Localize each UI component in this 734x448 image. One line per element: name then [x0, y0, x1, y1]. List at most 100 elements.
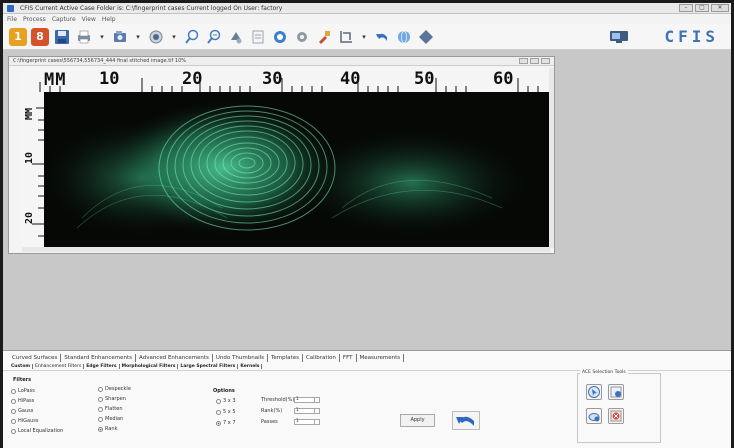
monitor-icon[interactable] [608, 28, 630, 46]
undo-arrow-icon [456, 416, 474, 426]
radio-gauss[interactable]: Gauss [11, 408, 33, 414]
close-button[interactable]: ✕ [711, 4, 729, 12]
options-label: Options [213, 388, 235, 394]
ace-select-icon[interactable] [586, 384, 602, 400]
window-title: CFIS Current Active Case Folder is: C:\f… [20, 4, 283, 12]
maximize-button[interactable]: ▢ [695, 4, 709, 12]
radio-sharpen[interactable]: Sharpen [98, 396, 126, 402]
ruler-left-20: 20 [24, 212, 35, 225]
subtab-large-spectral-filters[interactable]: Large Spectral Filters [178, 363, 239, 369]
ruler-top-20: 20 [182, 69, 203, 89]
tab-standard-enhancements[interactable]: Standard Enhancements [61, 354, 137, 362]
image-minimize-button[interactable] [519, 58, 528, 64]
radio-rank[interactable]: Rank [98, 426, 118, 432]
radio-hipass[interactable]: HiPass [11, 398, 34, 404]
radio-gauss-label: Gauss [18, 408, 34, 414]
minimize-button[interactable]: – [679, 4, 693, 12]
ruler-top-50: 50 [414, 69, 435, 89]
image-window: C:\fingerprint cases\556734,556734_444 f… [8, 56, 555, 254]
subtab-custom[interactable]: Custom [9, 363, 34, 369]
radio-local-equalization[interactable]: Local Equalization [11, 428, 63, 434]
radio-median[interactable]: Median [98, 416, 123, 422]
passes-input[interactable]: 1 [294, 419, 320, 425]
camera-icon[interactable] [147, 28, 165, 46]
apply-button[interactable]: Apply [400, 414, 435, 427]
rank-input[interactable]: 1 [294, 408, 320, 414]
undo-icon[interactable] [373, 28, 391, 46]
menu-help[interactable]: Help [102, 16, 116, 23]
undo-button[interactable] [452, 411, 480, 430]
subtab-edge-filters[interactable]: Edge Filters [84, 363, 120, 369]
subtab-enhancement-filters[interactable]: Enhancement Filters [33, 363, 85, 369]
radio-flatten[interactable]: Flatten [98, 406, 123, 412]
ace-add-icon[interactable] [608, 384, 624, 400]
tab-undo-thumbnails[interactable]: Undo Thumbnails [213, 354, 268, 362]
image-maximize-button[interactable] [530, 58, 539, 64]
print-icon[interactable] [75, 28, 93, 46]
radio-despeckle[interactable]: Despeckle [98, 386, 131, 392]
radio-dot [98, 386, 103, 392]
tools-icon[interactable] [315, 28, 333, 46]
radio-kernel-5x5[interactable]: 5 x 5 [216, 409, 236, 415]
menu-file[interactable]: File [7, 16, 17, 23]
radio-median-label: Median [105, 416, 124, 422]
button-8-label: 8 [36, 30, 44, 43]
crop-icon[interactable] [337, 28, 355, 46]
menu-view[interactable]: View [82, 16, 96, 23]
settings-icon[interactable] [293, 28, 311, 46]
radio-kernel-7x7[interactable]: 7 x 7 [216, 420, 236, 426]
globe-icon[interactable] [395, 28, 413, 46]
radio-sharpen-label: Sharpen [105, 396, 126, 402]
passes-label: Passes [261, 419, 278, 425]
ruler-left: MM 10 20 [22, 92, 44, 248]
radio-dot [11, 388, 16, 394]
radio-kernel-3x3[interactable]: 3 x 3 [216, 398, 236, 404]
tab-templates[interactable]: Templates [268, 354, 303, 362]
horizontal-scrollbar[interactable] [22, 247, 550, 252]
subtab-morphological-filters[interactable]: Morphological Filters [120, 363, 179, 369]
menu-capture[interactable]: Capture [52, 16, 76, 23]
radio-lopass[interactable]: LoPass [11, 388, 35, 394]
radio-higauss-label: HiGauss [18, 418, 39, 424]
save-icon[interactable] [53, 28, 71, 46]
fingerprint-image[interactable] [22, 68, 550, 248]
tab-advanced-enhancements[interactable]: Advanced Enhancements [136, 354, 213, 362]
tab-curved-surfaces[interactable]: Curved Surfaces [9, 354, 62, 362]
menu-bar: File Process Capture View Help [3, 14, 731, 24]
radio-dot [11, 418, 16, 424]
ace-delete-icon[interactable] [608, 408, 624, 424]
zoom-out-icon[interactable] [205, 28, 223, 46]
image-close-button[interactable] [541, 58, 550, 64]
tab-calibration[interactable]: Calibration [303, 354, 340, 362]
ruler-left-unit: MM [24, 108, 35, 121]
refresh-icon[interactable] [271, 28, 289, 46]
shape-icon[interactable] [417, 28, 435, 46]
zoom-in-icon[interactable] [183, 28, 201, 46]
radio-dot-selected [98, 426, 103, 432]
radio-higauss[interactable]: HiGauss [11, 418, 38, 424]
print-dropdown-icon[interactable]: ▾ [97, 28, 107, 46]
crop-dropdown-icon[interactable]: ▾ [359, 28, 369, 46]
tab-measurements[interactable]: Measurements [357, 354, 405, 362]
ruler-left-10: 10 [24, 152, 35, 165]
capture-icon[interactable] [111, 28, 129, 46]
button-8-icon[interactable]: 8 [31, 27, 49, 46]
radio-dot [11, 428, 16, 434]
tab-fft[interactable]: FFT [340, 354, 357, 362]
button-1-icon[interactable]: 1 [9, 27, 27, 46]
rotate-icon[interactable] [227, 28, 245, 46]
vertical-scrollbar[interactable] [549, 68, 554, 248]
ace-cloud-icon[interactable] [586, 408, 602, 424]
capture-dropdown-icon[interactable]: ▾ [133, 28, 143, 46]
main-tabs: Curved Surfaces Standard Enhancements Ad… [3, 351, 731, 362]
subtab-kernels[interactable]: Kernels [238, 363, 263, 369]
radio-kernel-5x5-label: 5 x 5 [223, 409, 236, 415]
menu-process[interactable]: Process [23, 16, 46, 23]
enhancement-panel: Curved Surfaces Standard Enhancements Ad… [3, 350, 731, 448]
ruler-top: MM 10 20 30 40 50 60 [22, 68, 550, 92]
radio-local-equalization-label: Local Equalization [18, 428, 64, 434]
document-icon[interactable] [249, 28, 267, 46]
app-frame: CFIS Current Active Case Folder is: C:\f… [0, 0, 734, 448]
camera-dropdown-icon[interactable]: ▾ [169, 28, 179, 46]
threshold-input[interactable]: 1 [294, 397, 320, 403]
